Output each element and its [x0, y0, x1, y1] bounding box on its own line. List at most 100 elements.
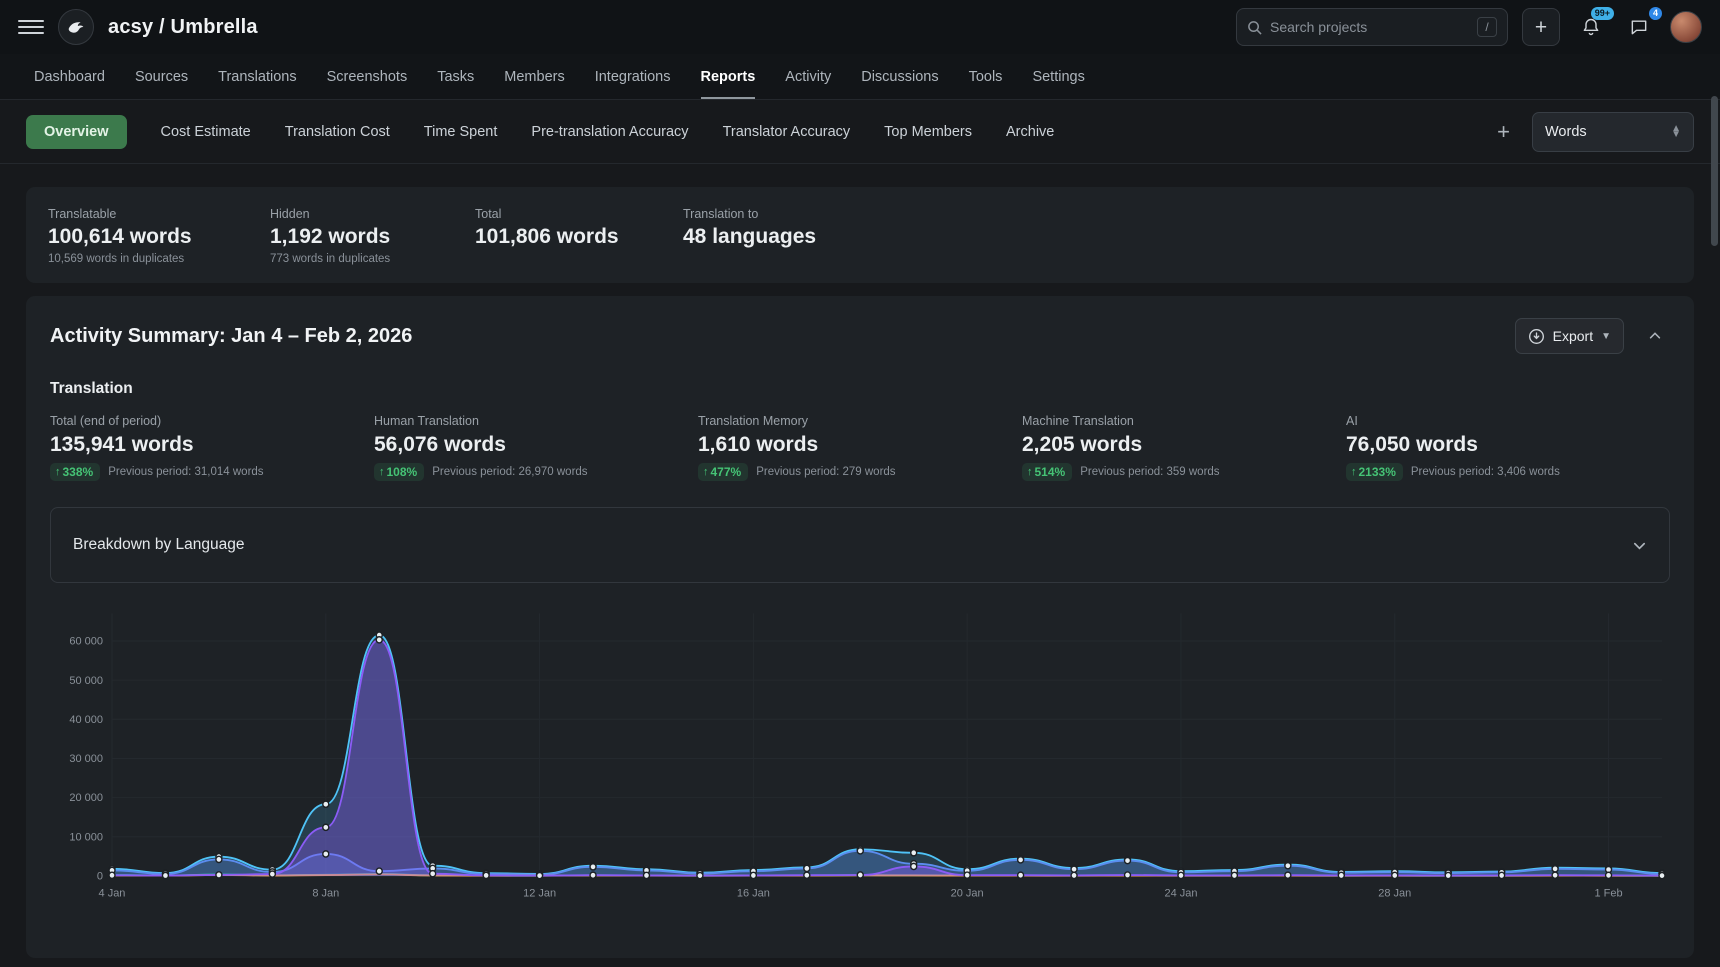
- metric-label: Machine Translation: [1022, 414, 1346, 428]
- subtab-top-members[interactable]: Top Members: [884, 124, 972, 140]
- svg-text:40 000: 40 000: [69, 714, 103, 726]
- svg-text:20 Jan: 20 Jan: [951, 887, 984, 899]
- tab-reports[interactable]: Reports: [701, 54, 756, 99]
- stat-translatable: Translatable 100,614 words 10,569 words …: [48, 207, 270, 265]
- previous-period: Previous period: 3,406 words: [1411, 466, 1560, 478]
- tab-settings[interactable]: Settings: [1032, 54, 1084, 99]
- hamburger-menu-icon[interactable]: [18, 14, 44, 40]
- bird-logo-icon: [65, 16, 87, 38]
- tab-activity[interactable]: Activity: [785, 54, 831, 99]
- stat-note: 10,569 words in duplicates: [48, 253, 270, 265]
- subtab-pretranslation-accuracy[interactable]: Pre-translation Accuracy: [531, 124, 688, 140]
- subtab-cost-estimate[interactable]: Cost Estimate: [161, 124, 251, 140]
- tab-tasks[interactable]: Tasks: [437, 54, 474, 99]
- project-title: acsy / Umbrella: [108, 16, 258, 39]
- metric-ai: AI 76,050 words 2133% Previous period: 3…: [1346, 414, 1670, 481]
- svg-text:20 000: 20 000: [69, 792, 103, 804]
- svg-text:8 Jan: 8 Jan: [312, 887, 339, 899]
- caret-down-icon: ▼: [1601, 331, 1611, 342]
- activity-header: Activity Summary: Jan 4 – Feb 2, 2026 Ex…: [50, 318, 1670, 354]
- activity-actions: Export ▼: [1515, 318, 1670, 354]
- change-badge: 108%: [374, 463, 424, 481]
- change-badge: 338%: [50, 463, 100, 481]
- subtab-translation-cost[interactable]: Translation Cost: [285, 124, 390, 140]
- activity-chart-svg[interactable]: 010 00020 00030 00040 00050 00060 0004 J…: [50, 601, 1670, 911]
- svg-text:30 000: 30 000: [69, 753, 103, 765]
- app-logo[interactable]: [58, 9, 94, 45]
- export-button[interactable]: Export ▼: [1515, 318, 1624, 354]
- change-badge: 477%: [698, 463, 748, 481]
- stat-hidden: Hidden 1,192 words 773 words in duplicat…: [270, 207, 475, 265]
- breakdown-by-language-toggle[interactable]: Breakdown by Language: [50, 507, 1670, 583]
- chat-icon: [1629, 17, 1649, 37]
- previous-period: Previous period: 279 words: [756, 466, 895, 478]
- svg-text:10 000: 10 000: [69, 831, 103, 843]
- svg-text:0: 0: [97, 870, 103, 882]
- export-label: Export: [1553, 328, 1593, 344]
- metric-total-end-of-period: Total (end of period) 135,941 words 338%…: [50, 414, 374, 481]
- stat-label: Translation to: [683, 207, 1672, 221]
- notifications-button[interactable]: 99+: [1574, 10, 1608, 44]
- tab-sources[interactable]: Sources: [135, 54, 188, 99]
- messages-badge: 4: [1649, 7, 1662, 20]
- unit-select[interactable]: Words ▲▼: [1532, 112, 1694, 152]
- activity-chart: 010 00020 00030 00040 00050 00060 0004 J…: [50, 601, 1670, 911]
- metric-human-translation: Human Translation 56,076 words 108% Prev…: [374, 414, 698, 481]
- search-icon: [1247, 20, 1262, 35]
- tab-translations[interactable]: Translations: [218, 54, 296, 99]
- stat-total: Total 101,806 words: [475, 207, 683, 265]
- main-navigation: Dashboard Sources Translations Screensho…: [0, 54, 1720, 100]
- stat-value: 101,806 words: [475, 225, 683, 249]
- svg-text:4 Jan: 4 Jan: [99, 887, 126, 899]
- translation-section-title: Translation: [50, 380, 1670, 398]
- previous-period: Previous period: 26,970 words: [432, 466, 587, 478]
- subtab-time-spent[interactable]: Time Spent: [424, 124, 498, 140]
- subnav-right-controls: + Words ▲▼: [1497, 112, 1694, 152]
- translation-metrics-row: Total (end of period) 135,941 words 338%…: [50, 414, 1670, 481]
- metric-label: Translation Memory: [698, 414, 1022, 428]
- metric-label: Total (end of period): [50, 414, 374, 428]
- bell-icon: [1581, 17, 1601, 37]
- export-icon: [1528, 328, 1545, 345]
- add-report-button[interactable]: +: [1497, 121, 1510, 143]
- subtab-overview[interactable]: Overview: [26, 115, 127, 149]
- top-bar: acsy / Umbrella / + 99+ 4: [0, 0, 1720, 54]
- breakdown-label: Breakdown by Language: [73, 536, 245, 554]
- search-input[interactable]: [1270, 19, 1469, 35]
- svg-text:50 000: 50 000: [69, 675, 103, 687]
- tab-members[interactable]: Members: [504, 54, 564, 99]
- stat-translation-to: Translation to 48 languages: [683, 207, 1672, 265]
- page-scrollbar[interactable]: [1711, 96, 1718, 246]
- svg-text:28 Jan: 28 Jan: [1378, 887, 1411, 899]
- messages-button[interactable]: 4: [1622, 10, 1656, 44]
- metric-machine-translation: Machine Translation 2,205 words 514% Pre…: [1022, 414, 1346, 481]
- subtab-translator-accuracy[interactable]: Translator Accuracy: [723, 124, 851, 140]
- metric-translation-memory: Translation Memory 1,610 words 477% Prev…: [698, 414, 1022, 481]
- stat-value: 48 languages: [683, 225, 1672, 249]
- stat-label: Translatable: [48, 207, 270, 221]
- notifications-badge: 99+: [1591, 7, 1614, 20]
- change-badge: 2133%: [1346, 463, 1403, 481]
- reports-sub-navigation: Overview Cost Estimate Translation Cost …: [0, 100, 1720, 164]
- select-arrows-icon: ▲▼: [1671, 126, 1681, 137]
- stat-label: Hidden: [270, 207, 475, 221]
- metric-value: 56,076 words: [374, 433, 698, 457]
- metric-label: Human Translation: [374, 414, 698, 428]
- user-avatar[interactable]: [1670, 11, 1702, 43]
- tab-integrations[interactable]: Integrations: [595, 54, 671, 99]
- stat-note: 773 words in duplicates: [270, 253, 475, 265]
- stat-value: 1,192 words: [270, 225, 475, 249]
- metric-value: 2,205 words: [1022, 433, 1346, 457]
- collapse-section-button[interactable]: [1640, 321, 1670, 351]
- search-box[interactable]: /: [1236, 8, 1508, 46]
- tab-dashboard[interactable]: Dashboard: [34, 54, 105, 99]
- tab-tools[interactable]: Tools: [969, 54, 1003, 99]
- tab-discussions[interactable]: Discussions: [861, 54, 938, 99]
- svg-text:16 Jan: 16 Jan: [737, 887, 770, 899]
- subtab-archive[interactable]: Archive: [1006, 124, 1054, 140]
- search-shortcut-hint: /: [1477, 17, 1497, 37]
- word-stats-card: Translatable 100,614 words 10,569 words …: [26, 187, 1694, 283]
- tab-screenshots[interactable]: Screenshots: [327, 54, 408, 99]
- metric-value: 76,050 words: [1346, 433, 1670, 457]
- create-project-button[interactable]: +: [1522, 8, 1560, 46]
